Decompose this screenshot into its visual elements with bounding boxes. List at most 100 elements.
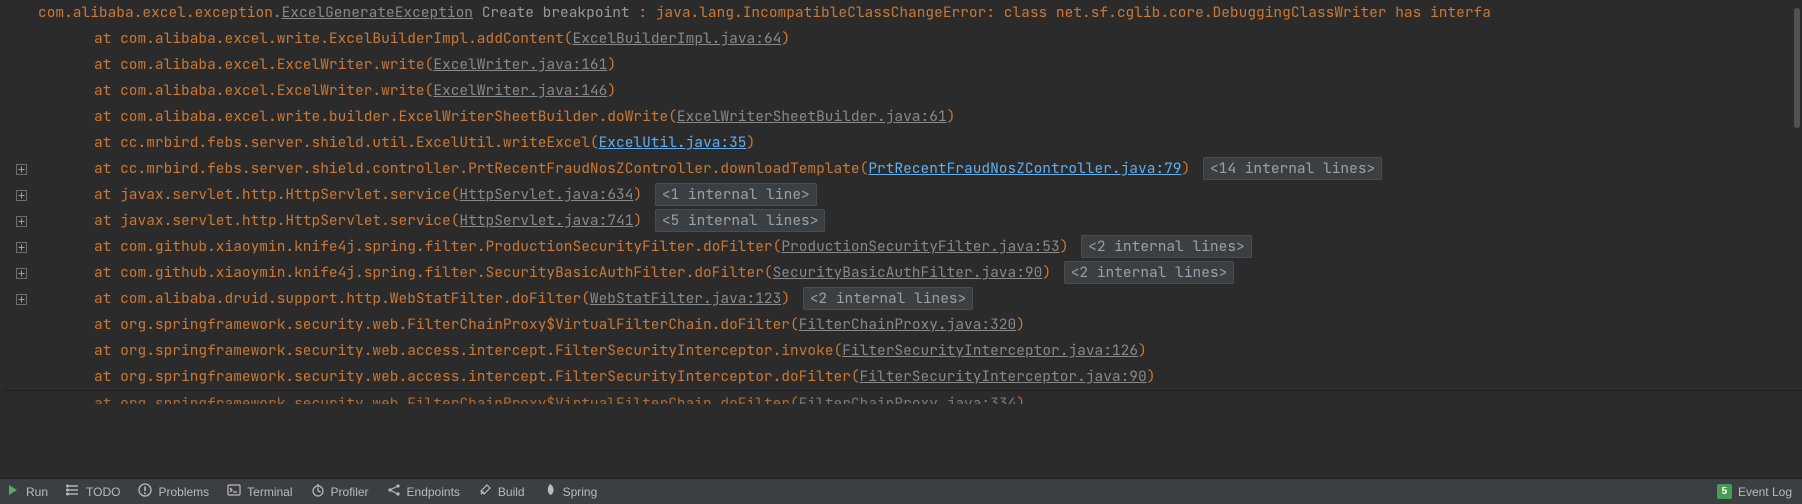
event-log-count-badge: 5 [1717,484,1732,499]
frame-method: com.github.xiaoymin.knife4j.spring.filte… [120,263,773,282]
spring-toolwindow-button[interactable]: Spring [543,483,598,500]
stack-frame: at com.github.xiaoymin.knife4j.spring.fi… [4,260,1802,286]
event-log-label: Event Log [1738,485,1792,499]
profiler-icon [311,483,325,500]
fold-toggle-icon[interactable] [8,182,34,208]
fold-toggle-icon[interactable] [8,260,34,286]
spring-icon [543,483,557,500]
folded-lines-badge[interactable]: <2 internal lines> [1081,235,1252,258]
run-label: Run [26,485,48,499]
frame-method: org.springframework.security.web.access.… [120,341,842,360]
terminal-label: Terminal [247,485,292,499]
source-link[interactable]: ExcelWriter.java:146 [433,81,607,100]
source-link[interactable]: FilterSecurityInterceptor.java:126 [842,341,1138,360]
console-output[interactable]: com.alibaba.excel.exception.ExcelGenerat… [0,0,1802,478]
stack-frame: at com.alibaba.excel.ExcelWriter.write(E… [4,78,1802,104]
frame-method: com.alibaba.excel.ExcelWriter.write( [120,55,433,74]
frame-method: com.alibaba.druid.support.http.WebStatFi… [120,289,590,308]
problems-toolwindow-button[interactable]: Problems [138,483,209,500]
build-toolwindow-button[interactable]: Build [478,483,525,500]
folded-lines-badge[interactable]: <1 internal line> [655,183,817,206]
fold-toggle-icon[interactable] [8,156,34,182]
folded-lines-badge[interactable]: <5 internal lines> [655,209,826,232]
at-keyword: at [94,55,120,74]
create-breakpoint-link[interactable]: Create breakpoint [482,3,630,22]
todo-label: TODO [86,485,120,499]
stack-frame: at com.alibaba.excel.write.ExcelBuilderI… [4,26,1802,52]
tool-group-left: Run TODO Problems Terminal [6,483,597,500]
scrollbar-track[interactable] [1792,0,1802,478]
frame-method: javax.servlet.http.HttpServlet.service( [120,211,459,230]
source-link[interactable]: ExcelBuilderImpl.java:64 [573,29,782,48]
frame-method: com.alibaba.excel.write.builder.ExcelWri… [120,107,677,126]
source-link[interactable]: FilterChainProxy.java:334 [799,394,1017,404]
folded-lines-badge[interactable]: <14 internal lines> [1203,157,1382,180]
folded-lines-badge[interactable]: <2 internal lines> [803,287,974,310]
endpoints-label: Endpoints [407,485,460,499]
event-log-button[interactable]: 5 Event Log [1717,484,1792,499]
bottom-toolbar: Run TODO Problems Terminal [0,478,1802,504]
at-keyword: at [94,29,120,48]
problems-label: Problems [158,485,209,499]
at-keyword: at [94,394,120,404]
profiler-toolwindow-button[interactable]: Profiler [311,483,369,500]
exception-header-line: com.alibaba.excel.exception.ExcelGenerat… [4,0,1802,26]
exception-separator: : [630,3,656,22]
source-link[interactable]: ExcelWriterSheetBuilder.java:61 [677,107,947,126]
source-link[interactable]: ExcelWriter.java:161 [433,55,607,74]
source-link[interactable]: HttpServlet.java:634 [459,185,633,204]
endpoints-toolwindow-button[interactable]: Endpoints [387,483,460,500]
at-keyword: at [94,289,120,308]
stack-frame: at com.github.xiaoymin.knife4j.spring.fi… [4,234,1802,260]
exception-message: java.lang.IncompatibleClassChangeError: … [656,3,1491,22]
stack-frame: at org.springframework.security.web.Filt… [4,390,1802,404]
frame-method: com.alibaba.excel.ExcelWriter.write( [120,81,433,100]
stack-frame: at javax.servlet.http.HttpServlet.servic… [4,182,1802,208]
stack-frame: at com.alibaba.excel.ExcelWriter.write(E… [4,52,1802,78]
stack-frame: at cc.mrbird.febs.server.shield.util.Exc… [4,130,1802,156]
list-icon [66,483,80,500]
frame-method: com.github.xiaoymin.knife4j.spring.filte… [120,237,781,256]
at-keyword: at [94,107,120,126]
frame-method: org.springframework.security.web.FilterC… [120,315,799,334]
profiler-label: Profiler [331,485,369,499]
todo-toolwindow-button[interactable]: TODO [66,483,120,500]
fold-toggle-icon[interactable] [8,208,34,234]
folded-lines-badge[interactable]: <2 internal lines> [1064,261,1235,284]
at-keyword: at [94,159,120,178]
frame-method: cc.mrbird.febs.server.shield.util.ExcelU… [120,133,599,152]
fold-toggle-icon[interactable] [8,234,34,260]
exception-class-link[interactable]: ExcelGenerateException [282,3,473,22]
run-toolwindow-button[interactable]: Run [6,483,48,500]
terminal-toolwindow-button[interactable]: Terminal [227,483,292,500]
stack-frames: at com.alibaba.excel.write.ExcelBuilderI… [4,26,1802,404]
play-icon [6,483,20,500]
at-keyword: at [94,81,120,100]
terminal-icon [227,483,241,500]
source-link[interactable]: ProductionSecurityFilter.java:53 [781,237,1059,256]
source-link[interactable]: WebStatFilter.java:123 [590,289,781,308]
at-keyword: at [94,263,120,282]
stack-frame: at com.alibaba.druid.support.http.WebSta… [4,286,1802,312]
stack-frame: at org.springframework.security.web.acce… [4,338,1802,364]
source-link[interactable]: PrtRecentFraudNosZController.java:79 [868,159,1181,178]
source-link[interactable]: FilterChainProxy.java:320 [799,315,1017,334]
stack-frame: at org.springframework.security.web.acce… [4,364,1802,390]
source-link[interactable]: HttpServlet.java:741 [459,211,633,230]
at-keyword: at [94,315,120,334]
source-link[interactable]: SecurityBasicAuthFilter.java:90 [773,263,1043,282]
at-keyword: at [94,133,120,152]
scrollbar-thumb[interactable] [1794,8,1800,128]
spring-label: Spring [563,485,598,499]
frame-method: javax.servlet.http.HttpServlet.service( [120,185,459,204]
stack-frame: at org.springframework.security.web.Filt… [4,312,1802,338]
stack-frame: at com.alibaba.excel.write.builder.Excel… [4,104,1802,130]
at-keyword: at [94,367,120,386]
source-link[interactable]: ExcelUtil.java:35 [599,133,747,152]
source-link[interactable]: FilterSecurityInterceptor.java:90 [860,367,1147,386]
build-label: Build [498,485,525,499]
fold-toggle-icon[interactable] [8,286,34,312]
frame-method: cc.mrbird.febs.server.shield.controller.… [120,159,868,178]
stack-frame: at javax.servlet.http.HttpServlet.servic… [4,208,1802,234]
frame-method: com.alibaba.excel.write.ExcelBuilderImpl… [120,29,572,48]
